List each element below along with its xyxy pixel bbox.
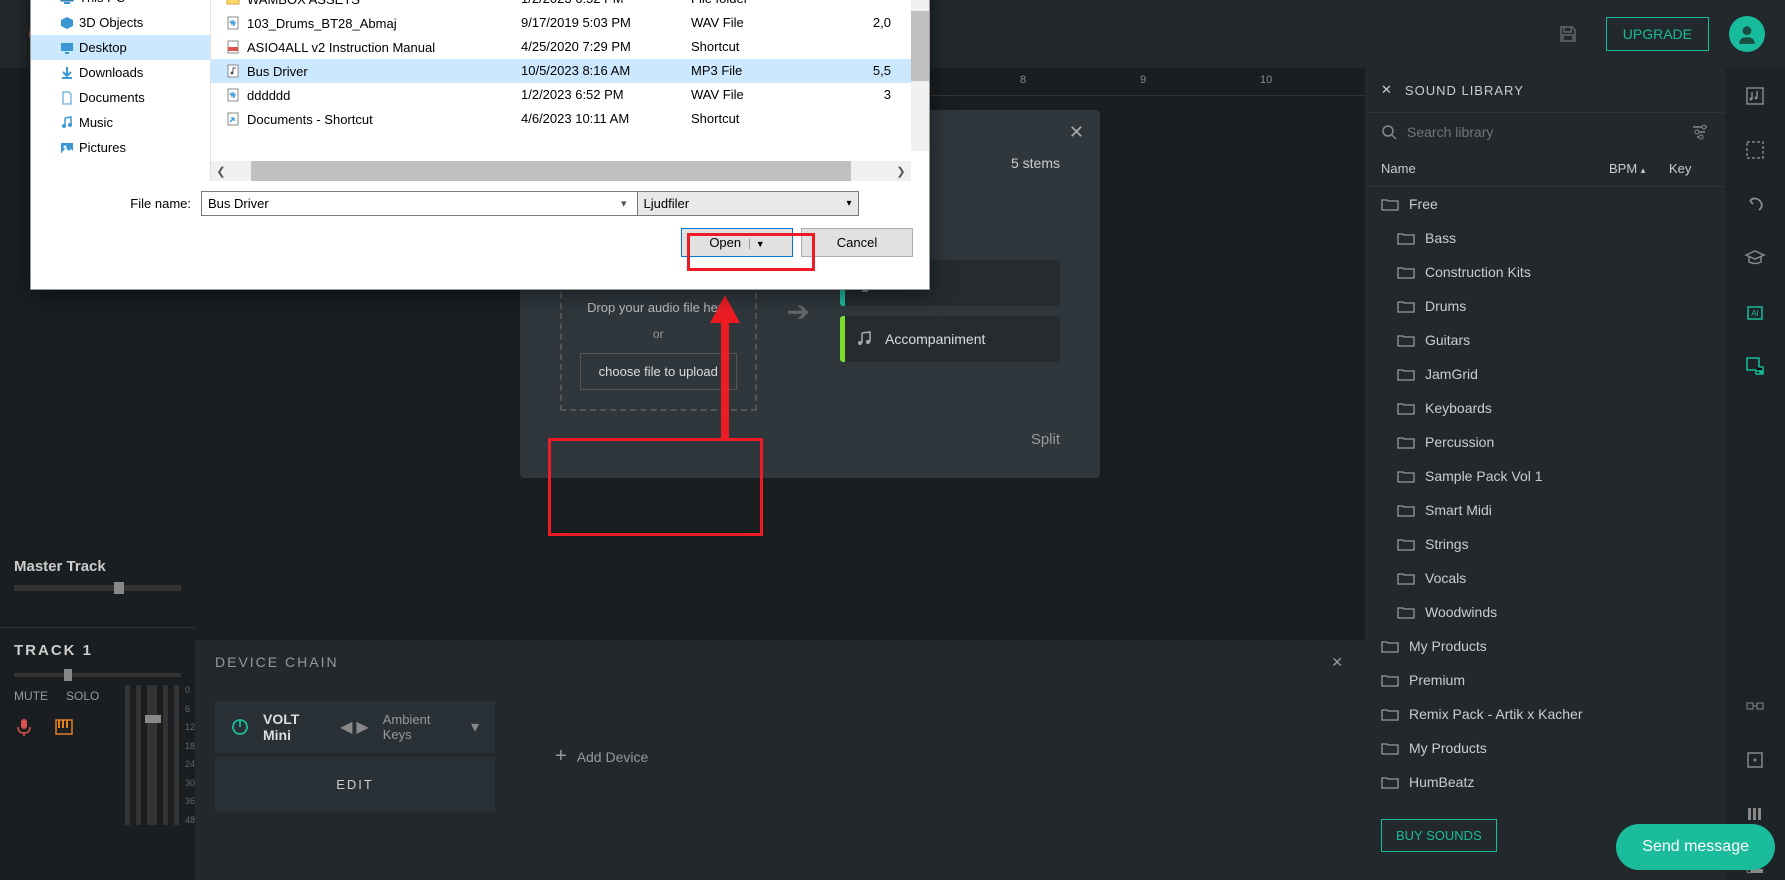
user-avatar[interactable]: [1729, 16, 1765, 52]
nav-item[interactable]: Desktop: [31, 35, 210, 60]
nav-item[interactable]: Pictures: [31, 135, 210, 160]
file-row[interactable]: 103_Drums_BT28_Abmaj9/17/2019 5:03 PMWAV…: [211, 11, 929, 35]
device-name: VOLT Mini: [263, 711, 326, 743]
nav-item[interactable]: Downloads: [31, 60, 210, 85]
library-folder[interactable]: JamGrid: [1365, 357, 1725, 391]
stems-count: 5 stems: [1011, 155, 1060, 171]
close-icon[interactable]: ✕: [1331, 654, 1345, 671]
file-row[interactable]: Documents - Shortcut4/6/2023 10:11 AMSho…: [211, 107, 929, 131]
master-track-label: Master Track: [0, 540, 195, 585]
power-icon[interactable]: [231, 718, 249, 736]
sound-library-title: SOUND LIBRARY: [1405, 83, 1524, 98]
drop-text: Drop your audio file here: [587, 300, 729, 315]
library-folder[interactable]: HumBeatz: [1365, 765, 1725, 799]
file-nav-tree[interactable]: This PC3D ObjectsDesktopDownloadsDocumen…: [31, 0, 211, 181]
ruler-mark: 8: [1020, 74, 1026, 86]
stem-item[interactable]: Accompaniment: [840, 316, 1060, 362]
nav-item[interactable]: Music: [31, 110, 210, 135]
search-icon: [1381, 124, 1397, 140]
add-device-button[interactable]: +Add Device: [555, 745, 648, 768]
chevron-down-icon[interactable]: ▾: [471, 717, 479, 737]
col-bpm[interactable]: BPM ▴: [1609, 161, 1669, 176]
filename-input[interactable]: [201, 191, 639, 216]
library-folder[interactable]: Bass: [1365, 221, 1725, 255]
or-text: or: [653, 327, 664, 341]
library-icon[interactable]: [1743, 84, 1767, 108]
library-folder[interactable]: My Products: [1365, 731, 1725, 765]
col-name[interactable]: Name: [1381, 161, 1609, 176]
mute-button[interactable]: MUTE: [14, 689, 48, 703]
close-icon[interactable]: ✕: [1069, 122, 1084, 143]
file-row[interactable]: Bus Driver10/5/2023 8:16 AMMP3 File5,5: [211, 59, 929, 83]
library-folder[interactable]: Sample Pack Vol 1: [1365, 459, 1725, 493]
stem-label: Accompaniment: [885, 331, 985, 347]
device-card: VOLT Mini ◀ ▶ Ambient Keys ▾ EDIT: [215, 701, 495, 812]
library-folder[interactable]: My Products: [1365, 629, 1725, 663]
snap-icon[interactable]: [1743, 694, 1767, 718]
prev-preset-icon[interactable]: ◀: [340, 717, 352, 737]
library-folder[interactable]: Percussion: [1365, 425, 1725, 459]
close-icon[interactable]: ✕: [1381, 82, 1393, 98]
filter-icon[interactable]: [1691, 123, 1709, 141]
level-meter: 06121824303648: [125, 685, 195, 825]
split-button[interactable]: Split: [1031, 431, 1060, 448]
buy-sounds-button[interactable]: BUY SOUNDS: [1381, 819, 1497, 852]
undo-icon[interactable]: [1743, 192, 1767, 216]
piano-roll-icon[interactable]: [1743, 802, 1767, 826]
right-icon-strip: AI: [1725, 68, 1785, 880]
library-folder[interactable]: Strings: [1365, 527, 1725, 561]
nav-item[interactable]: This PC: [31, 0, 210, 10]
fullscreen-icon[interactable]: [1743, 748, 1767, 772]
edit-device-button[interactable]: EDIT: [215, 757, 495, 812]
library-folder[interactable]: Premium: [1365, 663, 1725, 697]
library-folder[interactable]: Remix Pack - Artik x Kacher: [1365, 697, 1725, 731]
send-message-button[interactable]: Send message: [1616, 824, 1775, 870]
file-list[interactable]: Name Date modified Type Size WAMBOX ASSE…: [211, 0, 929, 181]
library-folder[interactable]: Smart Midi: [1365, 493, 1725, 527]
cancel-button[interactable]: Cancel: [801, 228, 913, 257]
library-folder[interactable]: Drums: [1365, 289, 1725, 323]
file-type-filter[interactable]: Ljudfiler▾: [637, 191, 859, 216]
library-folder[interactable]: Keyboards: [1365, 391, 1725, 425]
device-preset[interactable]: Ambient Keys: [383, 712, 457, 742]
library-folder[interactable]: Construction Kits: [1365, 255, 1725, 289]
next-preset-icon[interactable]: ▶: [356, 717, 368, 737]
hscrollbar[interactable]: ❮ ❯: [211, 161, 911, 181]
choose-file-button[interactable]: choose file to upload: [580, 353, 737, 390]
file-open-dialog: This PC3D ObjectsDesktopDownloadsDocumen…: [30, 0, 930, 290]
master-volume-slider[interactable]: [14, 585, 181, 591]
file-row[interactable]: dddddd1/2/2023 6:52 PMWAV File3: [211, 83, 929, 107]
file-row[interactable]: WAMBOX ASSETS1/2/2023 6:52 PMFile folder: [211, 0, 929, 11]
library-folder[interactable]: Vocals: [1365, 561, 1725, 595]
svg-text:AI: AI: [1751, 309, 1759, 318]
library-folder[interactable]: Guitars: [1365, 323, 1725, 357]
device-chain-panel: DEVICE CHAIN ✕ VOLT Mini ◀ ▶ Ambient Key…: [195, 640, 1365, 880]
save-icon[interactable]: [1550, 16, 1586, 52]
select-icon[interactable]: [1743, 138, 1767, 162]
sound-library-panel: ✕ SOUND LIBRARY Name BPM ▴ Key FreeBassC…: [1365, 68, 1725, 880]
track-name[interactable]: TRACK 1: [0, 627, 195, 673]
library-folder[interactable]: Free: [1365, 187, 1725, 221]
ruler-mark: 10: [1260, 74, 1272, 86]
mic-arm-icon[interactable]: [14, 717, 34, 737]
arrow-right-icon: ➔: [787, 295, 810, 328]
solo-button[interactable]: SOLO: [66, 689, 99, 703]
search-input[interactable]: [1407, 124, 1681, 140]
device-chain-title: DEVICE CHAIN: [215, 654, 339, 671]
nav-item[interactable]: Documents: [31, 85, 210, 110]
vscrollbar[interactable]: [911, 0, 929, 151]
nav-item[interactable]: 3D Objects: [31, 10, 210, 35]
music-icon: [845, 330, 885, 348]
ai-icon[interactable]: AI: [1743, 300, 1767, 324]
ruler-mark: 9: [1140, 74, 1146, 86]
open-button[interactable]: Open ▼: [681, 228, 793, 257]
upgrade-button[interactable]: UPGRADE: [1606, 17, 1709, 51]
file-row[interactable]: ASIO4ALL v2 Instruction Manual4/25/2020 …: [211, 35, 929, 59]
col-key[interactable]: Key: [1669, 161, 1709, 176]
education-icon[interactable]: [1743, 246, 1767, 270]
piano-icon[interactable]: [54, 717, 74, 737]
export-icon[interactable]: [1743, 354, 1767, 378]
library-folder[interactable]: Woodwinds: [1365, 595, 1725, 629]
filename-label: File name:: [121, 196, 191, 211]
